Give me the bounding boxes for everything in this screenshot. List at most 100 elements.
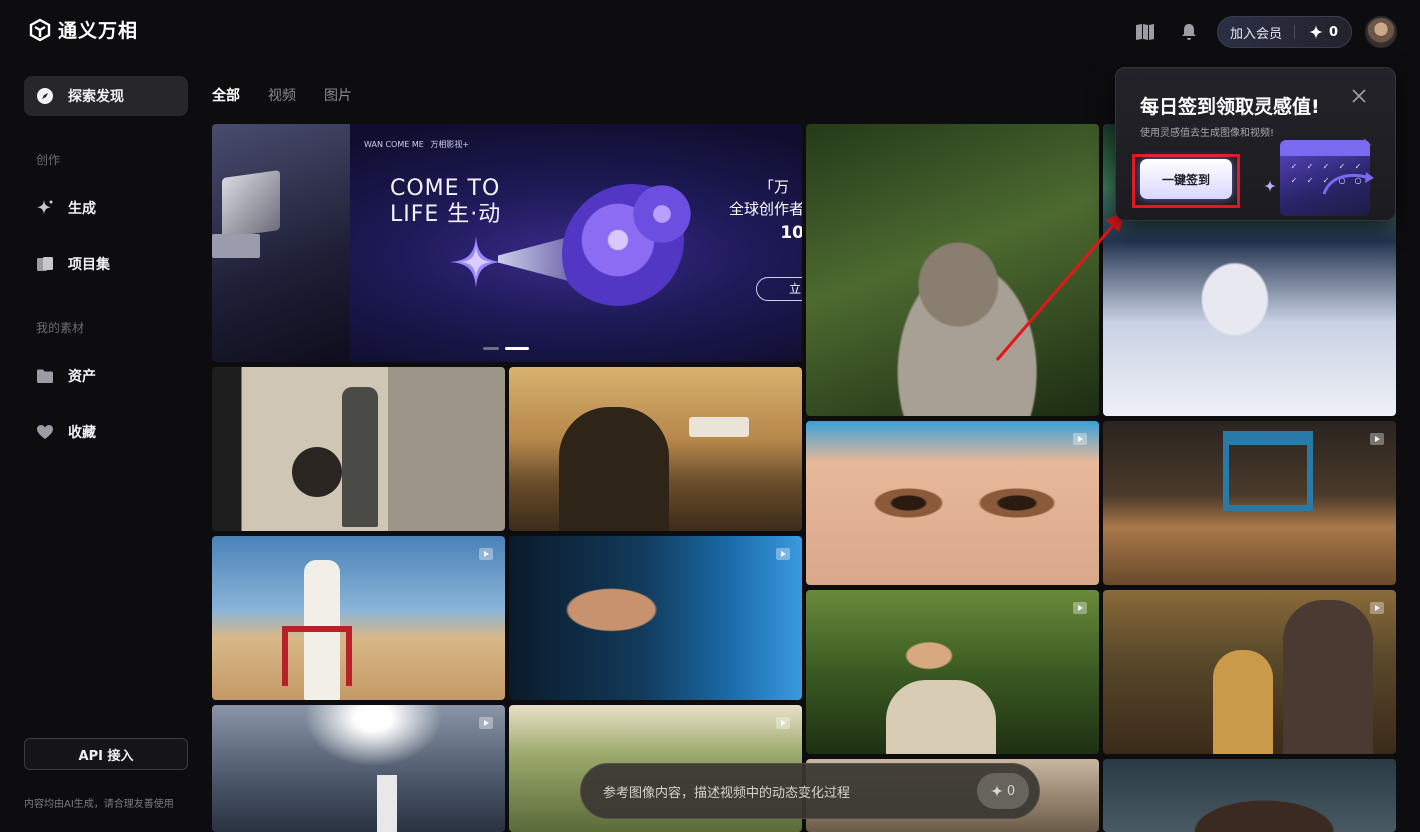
gallery-item-woman-portrait[interactable] [1103, 759, 1396, 832]
generate-cost: 0 [1006, 783, 1016, 799]
gallery-item-man-ostrich[interactable] [212, 367, 505, 531]
banner-brand-small: 万相影视+ [430, 140, 470, 149]
play-icon [479, 548, 493, 560]
generate-button[interactable]: 0 [977, 773, 1029, 809]
boat-shape [689, 417, 749, 437]
checkin-popup: 每日签到领取灵感值! 使用灵感值去生成图像和视频! 一键签到 ✓ ✓ ✓ ✓ ✓… [1115, 67, 1396, 221]
chair-shape [1223, 431, 1313, 511]
gallery-item-toy-room[interactable] [1103, 421, 1396, 585]
api-access-button[interactable]: API 接入 [24, 738, 188, 770]
promo-banner[interactable]: WAN COME ME 万相影视+ COME TO LIFE 生·动 「万 全球… [212, 124, 802, 362]
star-icon [1309, 25, 1324, 39]
tab-video[interactable]: 视频 [268, 85, 296, 105]
gallery-item-child-face-stars[interactable] [806, 421, 1099, 585]
figure-shape [342, 387, 378, 527]
sidebar-item-generate[interactable]: 生成 [24, 188, 188, 228]
sidebar-item-label: 资产 [68, 369, 96, 385]
carousel-dots [483, 347, 529, 350]
gallery-item-man-forest[interactable] [806, 590, 1099, 754]
banner-art-left [212, 124, 350, 362]
calendar-header [1280, 140, 1370, 156]
banner-cube-base [212, 234, 260, 258]
close-icon[interactable] [1351, 88, 1367, 104]
play-icon [1073, 433, 1087, 445]
calendar-check-icon: ✓ [1306, 176, 1314, 185]
sidebar-item-explore[interactable]: 探索发现 [24, 76, 188, 116]
play-icon [1370, 602, 1384, 614]
banner-brand-text: WAN COME ME [364, 140, 424, 149]
gallery-item-desert-woman[interactable] [212, 536, 505, 700]
points-value: 0 [1329, 24, 1339, 40]
sidebar-item-label: 项目集 [68, 257, 110, 273]
play-icon [1370, 433, 1384, 445]
sidebar-item-label: 探索发现 [68, 89, 124, 105]
calendar-check-icon: ✓ [1290, 176, 1298, 185]
gallery-item-lighthouse[interactable] [212, 705, 505, 832]
top-bar: 通义万相 加入会员 0 [0, 0, 1420, 64]
banner-right-text: 「万 全球创作者 10 [729, 176, 802, 244]
banner-cta-button[interactable]: 立 [756, 277, 802, 301]
banner-cube [222, 169, 280, 239]
content-tabs: 全部 视频 图片 [212, 85, 352, 105]
checkin-button[interactable]: 一键签到 [1140, 159, 1232, 199]
bell-icon[interactable] [1179, 22, 1199, 42]
play-icon [776, 548, 790, 560]
tab-all[interactable]: 全部 [212, 85, 240, 105]
figure-shape-2 [1283, 600, 1373, 754]
banner-headline-1: COME TO [390, 176, 501, 201]
section-create: 创作 [36, 153, 61, 167]
prompt-input[interactable]: 参考图像内容，描述视频中的动态变化过程 [603, 782, 977, 801]
sidebar-item-assets[interactable]: 资产 [24, 356, 188, 396]
gallery-item-man-boat-sunset[interactable] [509, 367, 802, 531]
banner-right-3: 10 [780, 223, 802, 243]
sidebar-item-projects[interactable]: 项目集 [24, 244, 188, 284]
banner-headline: COME TO LIFE 生·动 [390, 176, 501, 228]
figure-shape [559, 407, 669, 531]
sparkle-icon [36, 199, 54, 217]
sidebar: 探索发现 创作 生成 项目集 我的素材 资产 收藏 API 接入 内容均由AI生… [0, 64, 200, 832]
banner-brand: WAN COME ME 万相影视+ [364, 140, 469, 149]
play-icon [1073, 602, 1087, 614]
ai-disclaimer: 内容均由AI生成，请合理友善使用 [24, 799, 174, 810]
sidebar-item-label: 生成 [68, 201, 96, 217]
app-title: 通义万相 [58, 20, 139, 42]
music-note-shape [282, 626, 352, 686]
figure-shape [886, 680, 996, 754]
folders-icon [36, 255, 54, 273]
prompt-bar[interactable]: 参考图像内容，描述视频中的动态变化过程 0 [580, 763, 1040, 819]
calendar-check-icon: ✓ [1290, 162, 1298, 171]
compass-icon [36, 87, 54, 105]
folder-icon [36, 367, 54, 385]
section-my-materials: 我的素材 [36, 321, 85, 335]
gallery-item-rabbit[interactable] [806, 124, 1099, 416]
popup-subtitle: 使用灵感值去生成图像和视频! [1140, 128, 1275, 139]
points-display[interactable]: 0 [1295, 25, 1338, 40]
sidebar-item-favorites[interactable]: 收藏 [24, 412, 188, 452]
sidebar-item-label: 收藏 [68, 425, 96, 441]
banner-flower-art-2 [612, 164, 712, 264]
star-icon [990, 785, 1003, 797]
banner-headline-2: LIFE 生·动 [390, 202, 502, 227]
ostrich-shape [292, 447, 342, 497]
figure-shape [1213, 650, 1273, 754]
heart-icon [36, 423, 54, 441]
join-member-button[interactable]: 加入会员 [1218, 23, 1294, 42]
popup-title: 每日签到领取灵感值! [1140, 96, 1320, 118]
logo-icon [28, 18, 52, 42]
carousel-dot[interactable] [483, 347, 499, 350]
sparkle-decor-icon [1264, 180, 1276, 192]
four-point-star-icon [450, 236, 502, 288]
play-icon [479, 717, 493, 729]
arrow-decor-icon [1322, 172, 1374, 195]
tab-image[interactable]: 图片 [324, 85, 352, 105]
book-icon[interactable] [1135, 22, 1155, 42]
app-logo[interactable]: 通义万相 [28, 16, 138, 43]
play-icon [776, 717, 790, 729]
member-pill: 加入会员 0 [1217, 16, 1352, 48]
user-avatar[interactable] [1365, 16, 1397, 48]
carousel-dot-active[interactable] [505, 347, 529, 350]
lighthouse-shape [377, 775, 397, 832]
gallery-item-man-laser[interactable] [509, 536, 802, 700]
banner-right-1: 「万 [759, 178, 790, 196]
gallery-item-train-people[interactable] [1103, 590, 1396, 754]
